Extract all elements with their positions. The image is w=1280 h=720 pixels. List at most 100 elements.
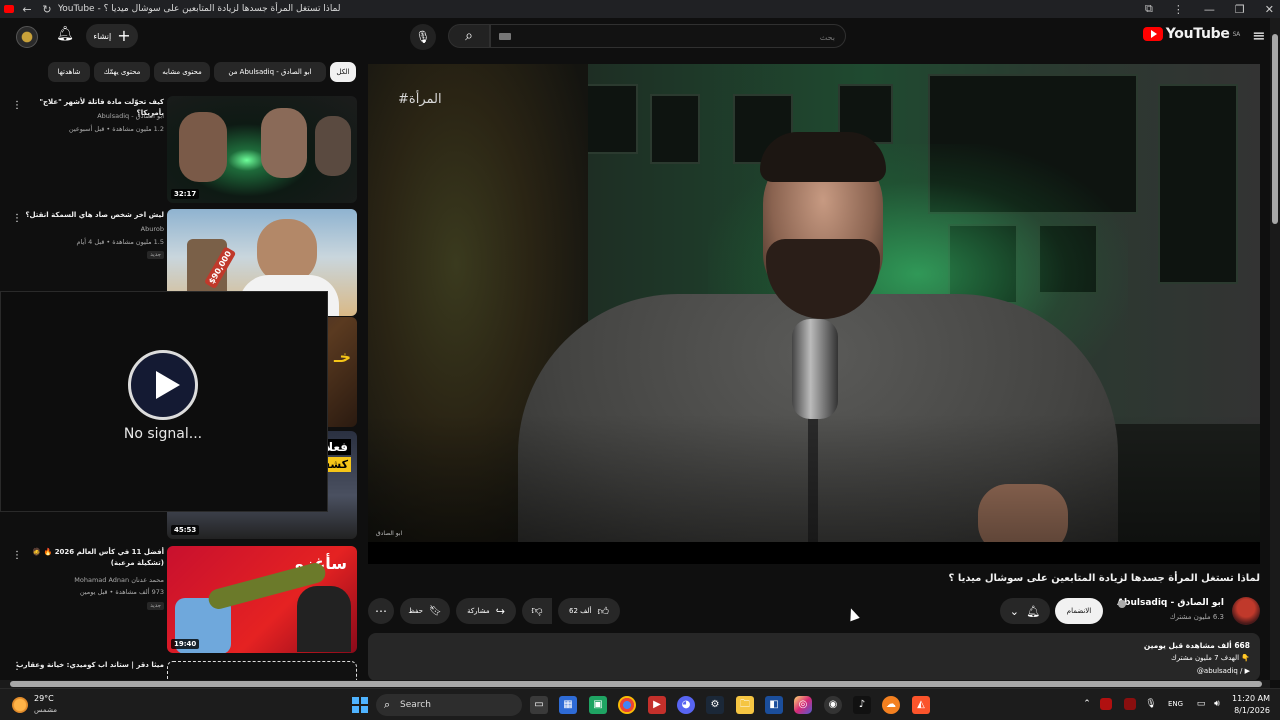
- related-video-meta: 973 ألف مشاهدة • قبل يومين: [79, 588, 164, 596]
- network-icon[interactable]: ▭: [1194, 697, 1208, 711]
- search-box[interactable]: [490, 24, 846, 49]
- description-line: 👇 الهدف 7 مليون مشترك: [1171, 654, 1250, 662]
- more-actions-icon[interactable]: ⋮: [12, 660, 22, 674]
- taskbar-search[interactable]: Search: [376, 694, 522, 716]
- bell-icon: 🔔︎: [1026, 604, 1041, 618]
- volume-icon[interactable]: 🔊︎: [1210, 697, 1224, 711]
- reload-icon[interactable]: ↻: [40, 2, 54, 16]
- obs-icon[interactable]: ◉: [824, 696, 842, 714]
- task-view-icon[interactable]: ▭: [530, 696, 548, 714]
- like-count[interactable]: 62 ألف: [569, 607, 591, 615]
- steam-icon[interactable]: ⚙: [706, 696, 724, 714]
- thumbs-down-icon[interactable]: 👎︎: [522, 598, 552, 624]
- more-actions-icon[interactable]: ⋮: [12, 212, 22, 226]
- chip-all[interactable]: الكل: [330, 62, 356, 82]
- logo-region: SA: [1232, 30, 1241, 38]
- description-box[interactable]: 668 ألف مشاهدة قبل يومين 👇 الهدف 7 مليون…: [368, 633, 1260, 681]
- description-link[interactable]: @abulsadiq / ▶: [1197, 667, 1250, 675]
- share-button[interactable]: مشاركة ↪: [456, 598, 516, 624]
- brave-icon[interactable]: ◭: [912, 696, 930, 714]
- related-video-title[interactable]: ميثا دقر | ستاند اب كوميدي: خيانة وعقارب: [14, 660, 164, 671]
- no-signal-text: No signal...: [123, 426, 203, 442]
- thumbnail-person-center: [261, 108, 307, 178]
- related-video-4[interactable]: سأغزو 19:40 أفضل 11 في كأس العالم 2026 🔥…: [0, 546, 360, 654]
- close-button[interactable]: ✕: [1265, 3, 1274, 16]
- video-player[interactable]: #المرأة ابو الصادق: [368, 64, 1260, 564]
- tray-app-icon[interactable]: [1100, 698, 1112, 710]
- youtube-play-icon: [1142, 27, 1163, 41]
- more-actions-icon[interactable]: ⋮: [12, 99, 22, 113]
- youtube-logo[interactable]: YouTube SA: [1142, 26, 1241, 42]
- back-arrow-icon[interactable]: ←: [20, 2, 34, 16]
- save-button[interactable]: حفظ 🔖︎: [400, 598, 450, 624]
- tray-mic-icon[interactable]: 🎙︎: [1144, 697, 1158, 711]
- store-icon[interactable]: ▦: [559, 696, 577, 714]
- cloudflare-icon[interactable]: ☁: [882, 696, 900, 714]
- create-button[interactable]: إنشاء +: [86, 24, 138, 48]
- thumbs-up-icon[interactable]: 👍︎: [597, 605, 609, 618]
- tray-chevron-up-icon[interactable]: ⌃: [1080, 697, 1094, 711]
- scrollbar-thumb[interactable]: [10, 681, 1262, 687]
- chip-related[interactable]: محتوى مشابه: [154, 62, 210, 82]
- related-channel-name[interactable]: ابو الصادق - Abulsadiq: [14, 111, 164, 122]
- account-avatar[interactable]: [16, 26, 38, 48]
- clock-date[interactable]: 8/1/2026: [1234, 706, 1270, 715]
- more-options-button[interactable]: ⋯: [368, 598, 394, 624]
- video-thumbnail[interactable]: [167, 661, 357, 680]
- video-duration: 45:53: [171, 525, 200, 535]
- related-video-1[interactable]: 32:17 كيف تحوّلت مادة قاتلة لأشهر "علاج"…: [0, 96, 360, 204]
- video-thumbnail[interactable]: سأغزو 19:40: [167, 546, 357, 653]
- new-badge: جديد: [147, 251, 164, 259]
- bookmark-icon: 🔖︎: [428, 605, 442, 617]
- new-badge: جديد: [147, 602, 164, 610]
- tray-app-icon-2[interactable]: [1124, 698, 1136, 710]
- file-explorer-icon[interactable]: 🗀: [736, 696, 754, 714]
- weather-temperature[interactable]: 29°C: [34, 694, 54, 703]
- video-thumbnail[interactable]: 32:17: [167, 96, 357, 203]
- horizontal-scrollbar[interactable]: [0, 680, 1270, 688]
- subscribed-button[interactable]: ⌄ 🔔︎: [1000, 598, 1050, 624]
- related-video-title[interactable]: ليش اخر شخص صاد هاي السمكة انقتل؟: [14, 210, 164, 221]
- extensions-icon[interactable]: ⧉: [1145, 2, 1153, 16]
- search-input[interactable]: [491, 26, 845, 49]
- chip-watched[interactable]: شاهدتها: [48, 62, 90, 82]
- related-video-5[interactable]: ميثا دقر | ستاند اب كوميدي: خيانة وعقارب…: [0, 659, 360, 680]
- clock-time[interactable]: 11:20 AM: [1232, 694, 1270, 703]
- notifications-bell-icon[interactable]: 🔔︎: [54, 26, 76, 48]
- instagram-icon[interactable]: ◎: [794, 696, 812, 714]
- keyboard-icon[interactable]: [499, 33, 511, 40]
- channel-name[interactable]: ابو الصادق - Abulsadiq: [1117, 598, 1224, 608]
- chip-for-you[interactable]: محتوى يهمّك: [94, 62, 150, 82]
- browser-menu-icon[interactable]: ⋮: [1173, 3, 1184, 16]
- search-button[interactable]: ⌕: [448, 24, 490, 48]
- chrome-icon[interactable]: [618, 696, 636, 714]
- more-actions-icon[interactable]: ⋮: [12, 549, 22, 563]
- related-video-title[interactable]: أفضل 11 في كأس العالم 2026 🔥 🧔 (تشكيلة م…: [14, 547, 164, 569]
- related-filter-chips: الكل من Abulsadiq - ابو الصادق محتوى مشا…: [48, 62, 358, 82]
- chevron-down-icon: ⌄: [1009, 604, 1019, 618]
- app-icon-2[interactable]: ◧: [765, 696, 783, 714]
- mouse-cursor: [846, 606, 860, 622]
- plus-icon: +: [117, 26, 131, 45]
- app-icon[interactable]: ▣: [589, 696, 607, 714]
- input-language[interactable]: ENG: [1168, 700, 1183, 708]
- tiktok-icon[interactable]: ♪: [853, 696, 871, 714]
- guide-menu-icon[interactable]: ≡: [1250, 27, 1268, 45]
- windows-start-icon[interactable]: [352, 697, 368, 713]
- thumbnail-person: [257, 219, 317, 283]
- scrollbar-thumb[interactable]: [1272, 34, 1278, 224]
- chip-from-channel[interactable]: من Abulsadiq - ابو الصادق: [214, 62, 326, 82]
- minimize-button[interactable]: —: [1204, 3, 1215, 16]
- discord-icon[interactable]: ◕: [677, 696, 695, 714]
- weather-sun-icon[interactable]: [12, 697, 28, 713]
- related-channel-name[interactable]: محمد عدنان Mohamad Adnan: [14, 575, 164, 586]
- related-channel-name[interactable]: Aburob: [14, 224, 164, 235]
- vertical-scrollbar[interactable]: [1270, 18, 1280, 680]
- youtube-app-icon[interactable]: ▶: [648, 696, 666, 714]
- channel-avatar[interactable]: [1232, 597, 1260, 625]
- voice-search-mic-icon[interactable]: 🎙︎: [410, 24, 436, 50]
- save-label: حفظ: [408, 607, 423, 615]
- maximize-button[interactable]: ❐: [1235, 3, 1245, 16]
- join-button[interactable]: الانضمام: [1055, 598, 1103, 624]
- create-label: إنشاء: [93, 31, 112, 41]
